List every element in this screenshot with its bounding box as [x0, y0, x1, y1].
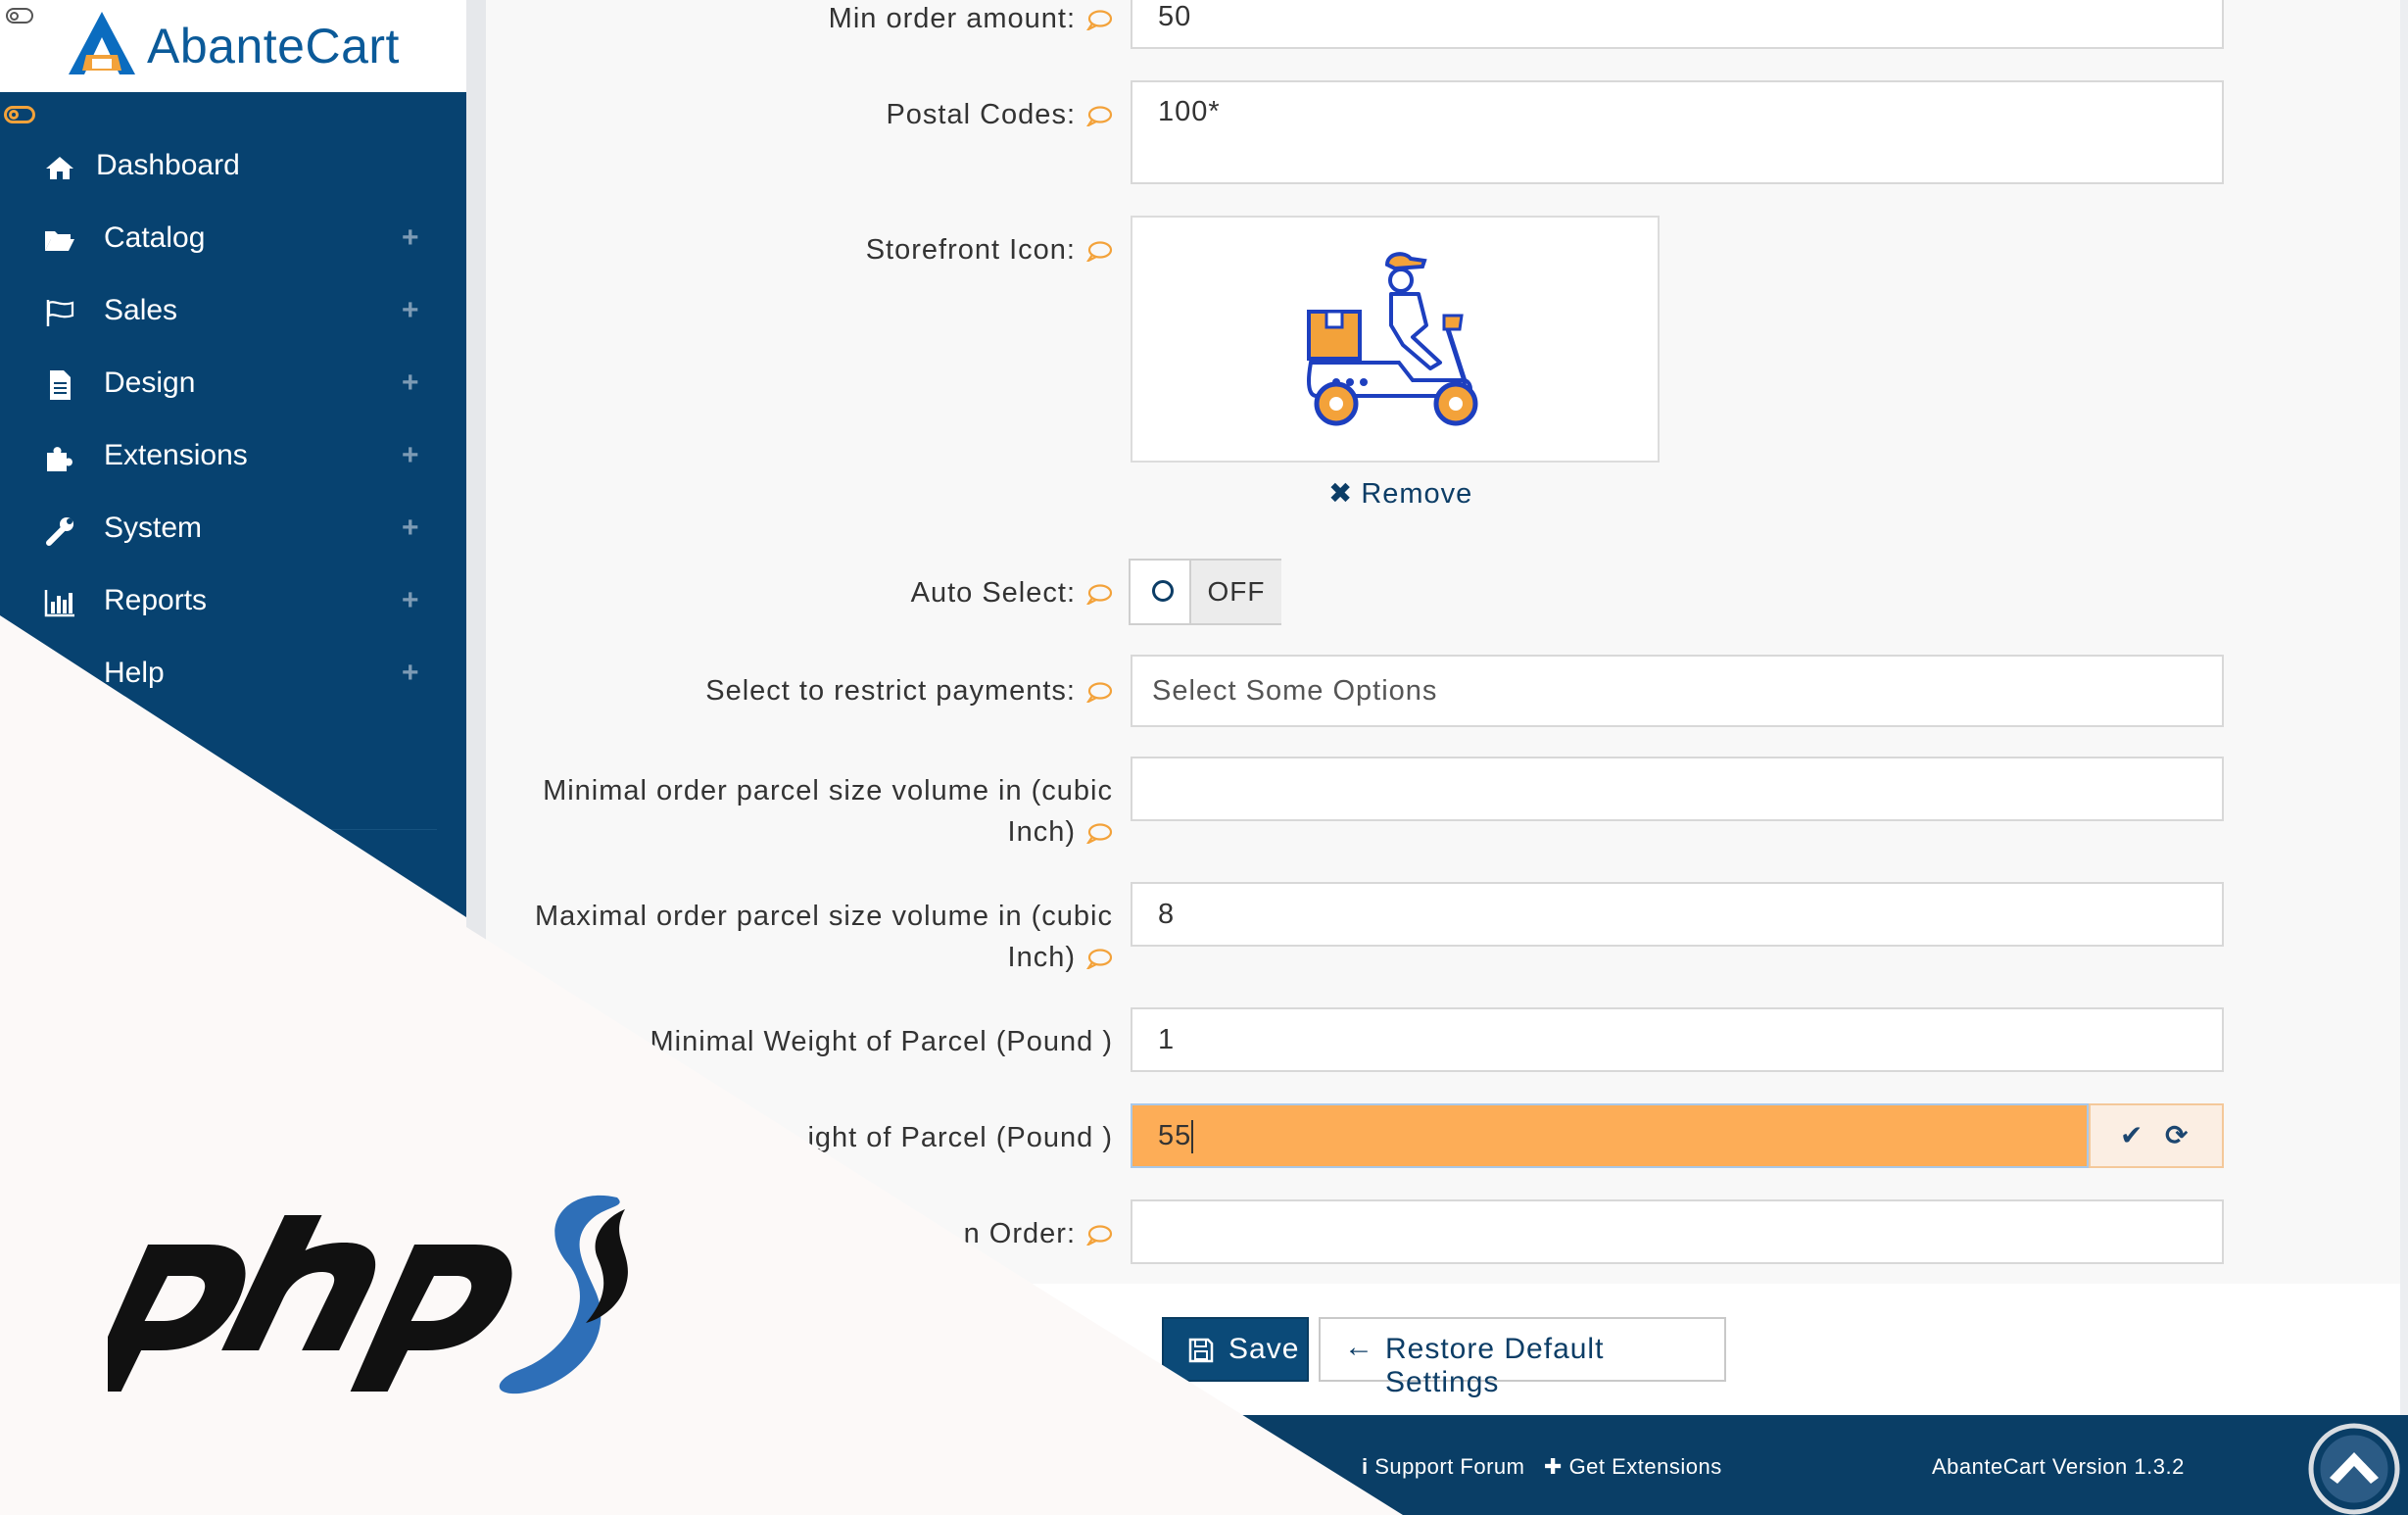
expand-icon[interactable]: + [402, 584, 419, 617]
sidebar-divider [294, 829, 437, 830]
file-icon [50, 370, 71, 400]
expand-icon[interactable]: + [402, 512, 419, 545]
delivery-scooter-icon [1307, 252, 1478, 426]
expand-icon[interactable]: + [402, 657, 419, 690]
sidebar-item-label: System [104, 512, 203, 544]
min-parcel-volume-input[interactable] [1131, 757, 2224, 821]
storefront-icon-preview[interactable] [1131, 216, 1660, 463]
support-forum-link[interactable]: i Support Forum [1362, 1454, 1524, 1480]
min-weight-label: Minimal Weight of Parcel (Pound ) [650, 1026, 1113, 1057]
expand-icon[interactable]: + [402, 294, 419, 327]
expand-icon[interactable]: + [402, 221, 419, 255]
toggle-icon[interactable] [6, 8, 33, 24]
arrow-left-icon: ← [1344, 1331, 1374, 1363]
sidebar-item-catalog[interactable]: Catalog + [0, 210, 466, 269]
version-text: AbanteCart Version 1.3.2 [1932, 1454, 2185, 1479]
abantecart-logo-icon[interactable] [65, 10, 139, 76]
expand-icon[interactable]: + [402, 367, 419, 400]
app-name[interactable]: AbanteCart [147, 18, 400, 74]
min-parcel-volume-label: Minimal order parcel size volume in (cub… [543, 775, 1113, 848]
folder-open-icon [45, 231, 74, 251]
remove-icon-button[interactable]: ✖ Remove [1328, 476, 1472, 511]
bar-chart-icon [44, 590, 74, 617]
toggle-knob [1152, 580, 1174, 602]
close-icon: ✖ [1328, 478, 1354, 510]
save-button[interactable]: Save [1162, 1317, 1309, 1382]
max-weight-label: ight of Parcel (Pound ) [807, 1122, 1113, 1153]
field-actions: ✔ ⟳ [2089, 1103, 2224, 1168]
auto-select-label: Auto Select: [911, 572, 1113, 613]
php8-logo-icon [108, 1195, 628, 1394]
help-bubble-icon[interactable] [1085, 9, 1113, 31]
min-weight-input[interactable]: 1 [1131, 1007, 2224, 1072]
sidebar-item-label: Sales [104, 294, 178, 326]
puzzle-icon: ✚ [1544, 1454, 1563, 1479]
sidebar-item-system[interactable]: System + [0, 500, 466, 559]
min-order-amount-label: Min order amount: [829, 0, 1113, 39]
text-cursor [1191, 1120, 1194, 1154]
help-bubble-icon[interactable] [1085, 583, 1113, 606]
help-bubble-icon[interactable] [1085, 1224, 1113, 1246]
sidebar-item-label: Help [104, 657, 165, 689]
get-extensions-link[interactable]: ✚ Get Extensions [1544, 1454, 1722, 1480]
toggle-state: OFF [1189, 561, 1281, 623]
settings-panel [486, 0, 2400, 1284]
sidebar-item-label: Catalog [104, 221, 206, 254]
wrench-icon [46, 517, 73, 546]
sidebar-item-label: Design [104, 367, 196, 399]
sort-order-input[interactable] [1131, 1199, 2224, 1264]
max-parcel-volume-input[interactable]: 8 [1131, 882, 2224, 947]
floppy-disk-icon [1188, 1338, 1214, 1363]
scroll-to-top-icon[interactable] [2308, 1423, 2400, 1515]
puzzle-icon [47, 447, 72, 471]
sidebar-item-label: Dashboard [96, 149, 240, 181]
sidebar-item-design[interactable]: Design + [0, 355, 466, 414]
footer-partial-link[interactable]: n [1309, 1454, 1322, 1480]
sidebar-item-label: Reports [104, 584, 208, 616]
max-parcel-volume-label: Maximal order parcel size volume in (cub… [535, 901, 1113, 973]
help-bubble-icon[interactable] [1085, 105, 1113, 127]
flag-icon [46, 300, 74, 326]
help-bubble-icon[interactable] [1085, 681, 1113, 704]
expand-icon[interactable]: + [402, 439, 419, 472]
help-bubble-icon[interactable] [1085, 822, 1113, 845]
info-icon: i [1362, 1454, 1369, 1479]
sidebar-item-reports[interactable]: Reports + [0, 572, 466, 631]
sidebar-item-extensions[interactable]: Extensions + [0, 427, 466, 486]
restore-defaults-button[interactable]: ← Restore Default Settings [1319, 1317, 1726, 1398]
sidebar-item-sales[interactable]: Sales + [0, 282, 466, 341]
postal-codes-textarea[interactable]: 100* [1131, 80, 2224, 184]
footer: n i Support Forum ✚ Get Extensions Abant… [466, 1415, 2408, 1515]
help-bubble-icon[interactable] [1085, 240, 1113, 263]
sidebar-toggle-icon[interactable] [4, 106, 35, 123]
min-order-amount-input[interactable]: 50 [1131, 0, 2224, 49]
restrict-payments-multiselect[interactable]: Select Some Options [1131, 655, 2224, 727]
storefront-icon-label: Storefront Icon: [866, 229, 1113, 270]
help-bubble-icon[interactable] [1085, 948, 1113, 970]
scrollbar-track[interactable] [2400, 0, 2408, 1515]
postal-codes-label: Postal Codes: [886, 94, 1113, 135]
max-weight-input[interactable]: 55 [1131, 1103, 2089, 1168]
restrict-payments-label: Select to restrict payments: [705, 670, 1113, 711]
auto-select-toggle[interactable]: OFF [1129, 559, 1281, 625]
sidebar-item-dashboard[interactable]: Dashboard [0, 137, 466, 196]
refresh-icon[interactable]: ⟳ [2165, 1119, 2188, 1151]
sort-order-label: n Order: [964, 1213, 1113, 1254]
home-icon [46, 157, 73, 179]
sidebar-item-label: Extensions [104, 439, 248, 471]
logo-area: AbanteCart [0, 0, 466, 92]
sidebar-item-help[interactable]: Help + [0, 645, 466, 704]
check-icon[interactable]: ✔ [2120, 1119, 2143, 1151]
